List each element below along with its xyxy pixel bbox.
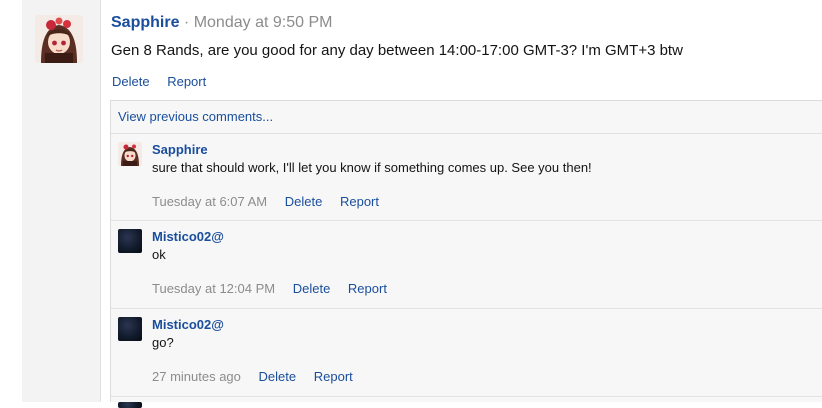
comment-text: sure that should work, I'll let you know… xyxy=(152,160,592,175)
dark-space-avatar-icon xyxy=(118,229,142,253)
comments-section: View previous comments... Sapphire sure … xyxy=(110,100,822,408)
comment-author-link[interactable]: Mistico02@ xyxy=(152,229,224,244)
comment-timestamp[interactable]: Tuesday at 12:04 PM xyxy=(152,281,275,296)
comment-item-partial xyxy=(111,396,822,408)
post-message: Gen 8 Rands, are you good for any day be… xyxy=(111,42,683,59)
comment-report-link[interactable]: Report xyxy=(314,369,353,384)
comment-timestamp[interactable]: Tuesday at 6:07 AM xyxy=(152,194,267,209)
post-timestamp[interactable]: Monday at 9:50 PM xyxy=(194,14,333,31)
post-actions: Delete Report xyxy=(112,74,220,89)
comment-text: ok xyxy=(152,247,166,262)
comment-avatar[interactable] xyxy=(118,402,142,408)
post-report-link[interactable]: Report xyxy=(167,74,206,89)
comment-text: go? xyxy=(152,335,174,350)
page-left-margin xyxy=(0,0,22,402)
comment-meta: Tuesday at 6:07 AM Delete Report xyxy=(152,194,393,209)
post-header: Sapphire · Monday at 9:50 PM xyxy=(111,14,332,32)
author-avatar[interactable] xyxy=(35,15,83,63)
comment-delete-link[interactable]: Delete xyxy=(293,281,331,296)
comment-author-link[interactable]: Sapphire xyxy=(152,142,208,157)
comment-delete-link[interactable]: Delete xyxy=(285,194,323,209)
comment-item: Sapphire sure that should work, I'll let… xyxy=(111,133,822,220)
comment-item: Mistico02@ ok Tuesday at 12:04 PM Delete… xyxy=(111,220,822,308)
comment-timestamp[interactable]: 27 minutes ago xyxy=(152,369,241,384)
anime-girl-avatar-icon xyxy=(118,142,142,166)
comment-report-link[interactable]: Report xyxy=(340,194,379,209)
comment-author-link[interactable]: Mistico02@ xyxy=(152,317,224,332)
post-delete-link[interactable]: Delete xyxy=(112,74,150,89)
meta-separator: · xyxy=(183,14,190,31)
comment-item: Mistico02@ go? 27 minutes ago Delete Rep… xyxy=(111,308,822,396)
comment-avatar[interactable] xyxy=(118,317,142,341)
dark-space-avatar-icon xyxy=(118,402,142,408)
view-previous-comments-link[interactable]: View previous comments... xyxy=(118,109,273,124)
comment-avatar[interactable] xyxy=(118,142,142,166)
comment-report-link[interactable]: Report xyxy=(348,281,387,296)
comment-meta: 27 minutes ago Delete Report xyxy=(152,369,367,384)
anime-girl-avatar-icon xyxy=(35,15,83,63)
post-author-link[interactable]: Sapphire xyxy=(111,14,179,31)
comment-meta: Tuesday at 12:04 PM Delete Report xyxy=(152,281,401,296)
comment-avatar[interactable] xyxy=(118,229,142,253)
comment-delete-link[interactable]: Delete xyxy=(259,369,297,384)
dark-space-avatar-icon xyxy=(118,317,142,341)
